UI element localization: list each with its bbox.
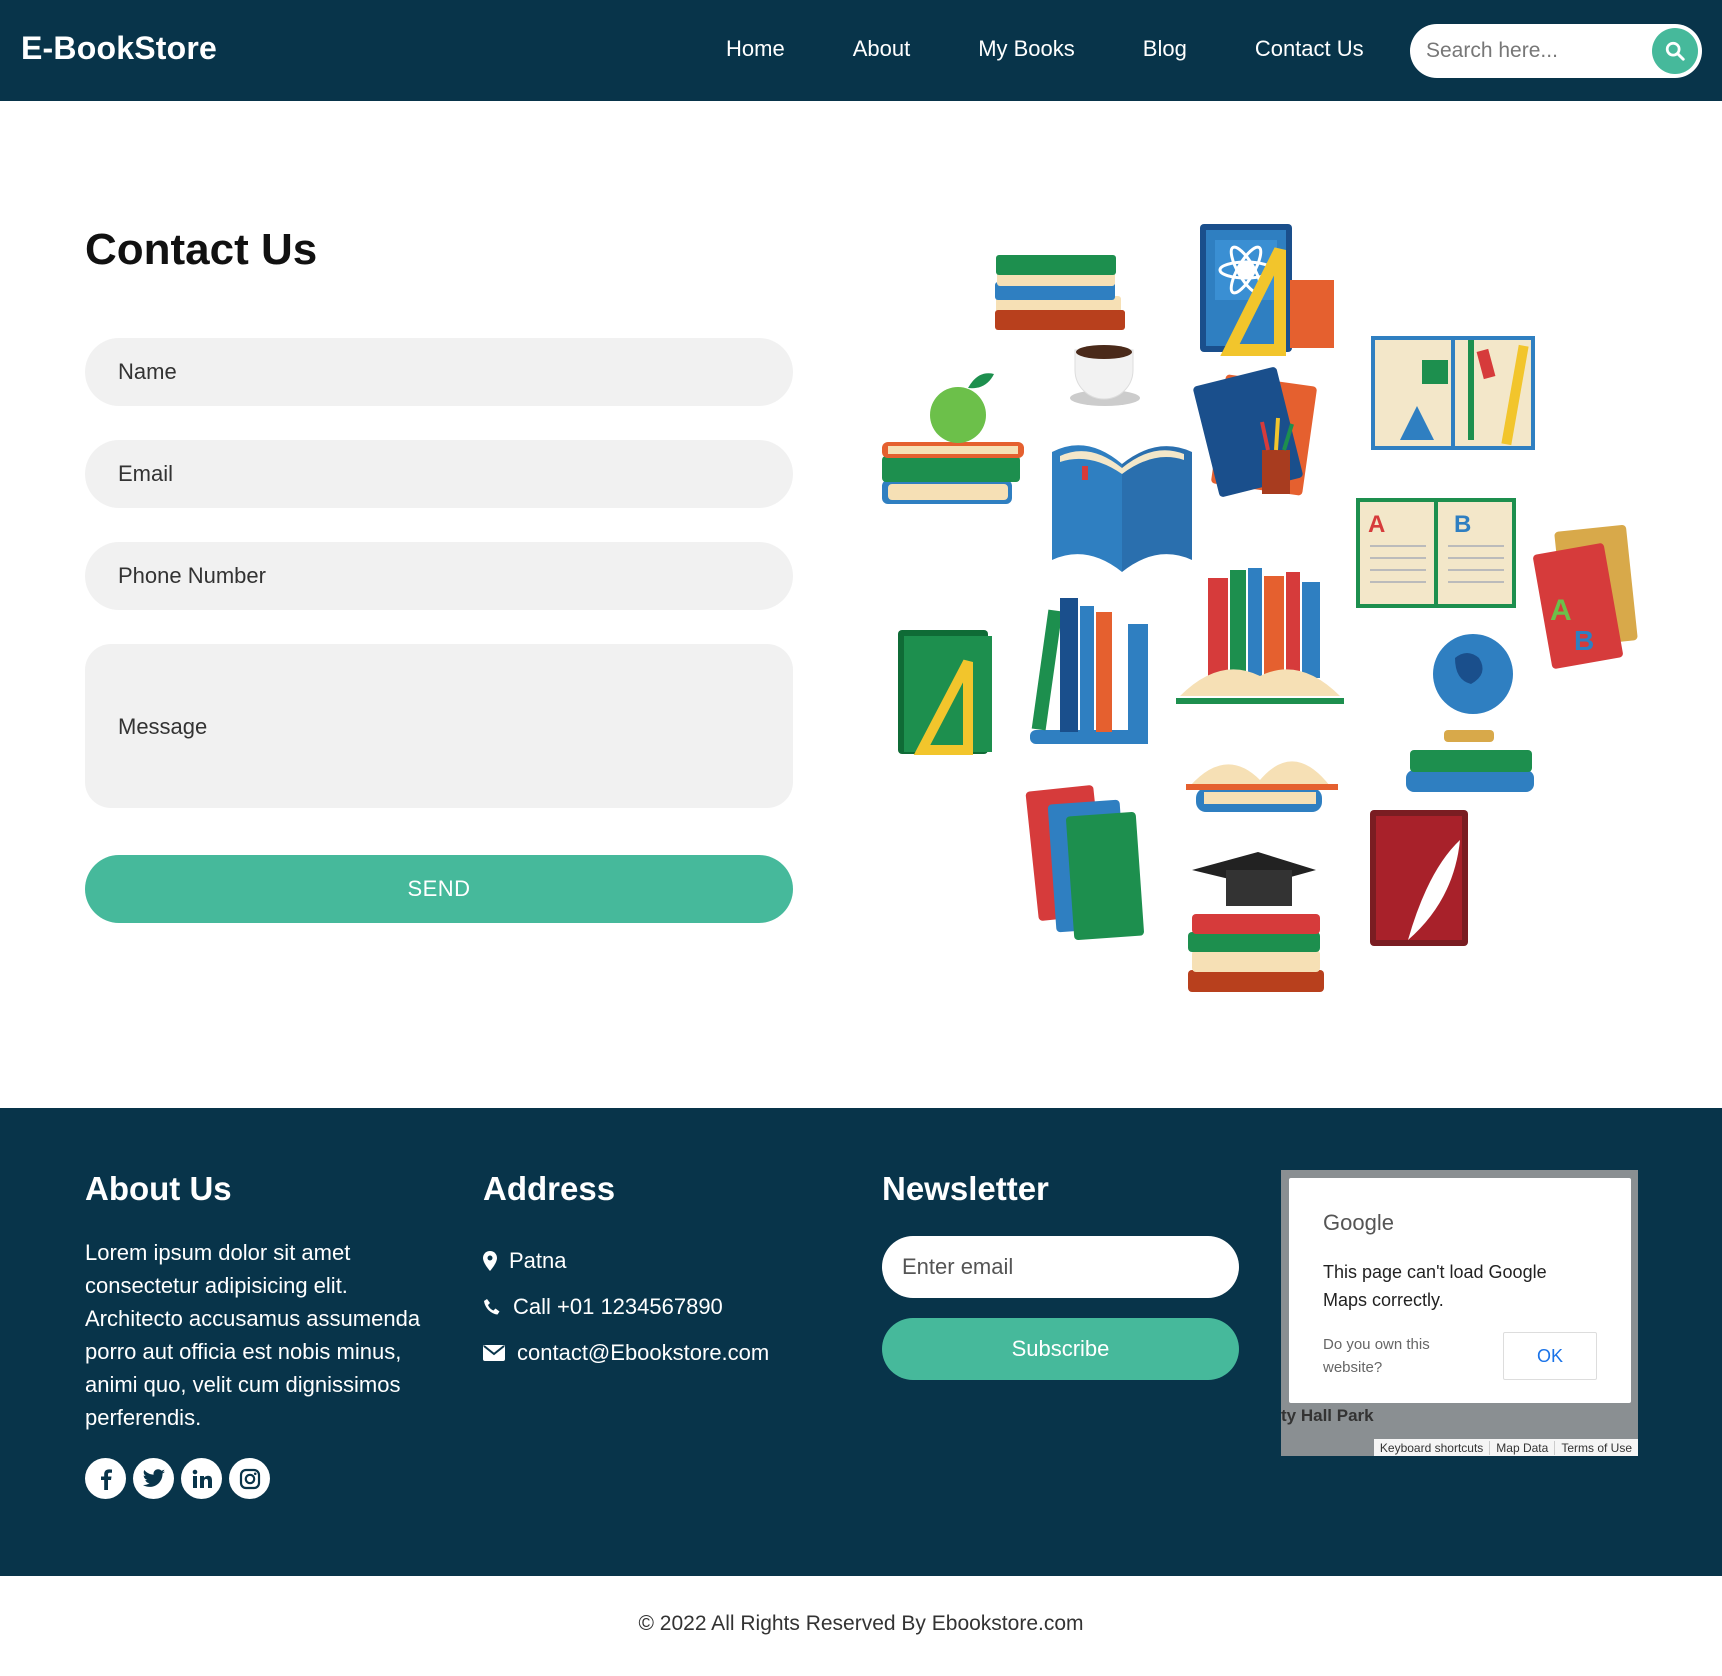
message-field[interactable] — [85, 644, 793, 808]
map-marker-icon — [483, 1251, 497, 1271]
linkedin-icon — [192, 1469, 212, 1488]
map-data-link[interactable]: Map Data — [1489, 1440, 1554, 1455]
search-icon — [1665, 41, 1685, 61]
nav-link-my-books[interactable]: My Books — [978, 36, 1075, 62]
about-heading: About Us — [85, 1170, 232, 1207]
address-heading: Address — [483, 1170, 616, 1207]
map-error-dialog: Google This page can't load Google Maps … — [1289, 1178, 1631, 1403]
map-error-message: This page can't load Google Maps correct… — [1323, 1262, 1547, 1310]
search-button[interactable] — [1652, 28, 1698, 74]
address-email-text[interactable]: contact@Ebookstore.com — [517, 1340, 769, 1366]
about-text: Lorem ipsum dolor sit amet consectetur a… — [85, 1240, 421, 1430]
address-phone-text: Call +01 1234567890 — [513, 1294, 723, 1319]
search-box — [1410, 24, 1702, 78]
blue-art-book — [1193, 367, 1317, 497]
map-keyboard-shortcuts-link[interactable]: Keyboard shortcuts — [1374, 1441, 1489, 1455]
upright-books-pair — [1025, 785, 1144, 941]
blue-science-book — [1200, 224, 1334, 356]
svg-text:A: A — [1550, 594, 1572, 627]
nav-link-about[interactable]: About — [853, 36, 911, 62]
address-phone: Call +01 1234567890 — [483, 1294, 723, 1320]
svg-text:A: A — [1368, 511, 1385, 538]
nav-link-blog[interactable]: Blog — [1143, 36, 1187, 62]
address-city-text: Patna — [509, 1248, 567, 1273]
red-quill-book — [1370, 810, 1468, 946]
search-input[interactable] — [1426, 35, 1636, 67]
social-links — [85, 1458, 270, 1499]
nav-menu: Home About My Books Blog Contact Us — [726, 36, 1364, 62]
globe-book-stack — [1406, 634, 1534, 792]
facebook-icon — [100, 1468, 112, 1490]
map-park-label: ty Hall Park — [1281, 1406, 1374, 1425]
map-terms-link[interactable]: Terms of Use — [1554, 1440, 1638, 1455]
newsletter-heading: Newsletter — [882, 1170, 1049, 1207]
linkedin-link[interactable] — [181, 1458, 222, 1499]
map-ok-button[interactable]: OK — [1503, 1332, 1597, 1380]
subscribe-button[interactable]: Subscribe — [882, 1318, 1239, 1380]
address-city: Patna — [483, 1248, 567, 1274]
instagram-icon — [239, 1468, 260, 1489]
open-geometry-book — [1371, 336, 1535, 450]
copyright-text: © 2022 All Rights Reserved By Ebookstore… — [638, 1612, 1084, 1635]
standing-books — [1030, 598, 1148, 744]
books-illustration: A B A B — [882, 224, 1638, 992]
map-owner-question: Do you own this website? — [1323, 1336, 1430, 1376]
svg-text:B: B — [1454, 511, 1471, 538]
facebook-link[interactable] — [85, 1458, 126, 1499]
envelope-icon — [483, 1345, 505, 1361]
name-field[interactable] — [85, 338, 793, 406]
twitter-icon — [142, 1468, 165, 1487]
open-small-book — [1186, 761, 1338, 812]
open-blue-book — [1052, 445, 1192, 572]
svg-text:B: B — [1574, 625, 1594, 656]
phone-icon — [484, 1299, 500, 1315]
address-email: contact@Ebookstore.com — [483, 1340, 769, 1366]
google-map-embed[interactable]: ty Hall Park Google This page can't load… — [1281, 1170, 1638, 1456]
red-abc-book: A B — [1533, 524, 1638, 669]
navbar: E-BookStore Home About My Books Blog Con… — [0, 0, 1722, 101]
instagram-link[interactable] — [229, 1458, 270, 1499]
newsletter-email-input[interactable] — [882, 1236, 1239, 1298]
nav-link-home[interactable]: Home — [726, 36, 785, 62]
send-button[interactable]: SEND — [85, 855, 793, 923]
nav-link-contact-us[interactable]: Contact Us — [1255, 36, 1364, 62]
open-book-with-shelf — [1176, 568, 1344, 704]
footer: About Us Lorem ipsum dolor sit amet cons… — [0, 1108, 1722, 1576]
brand-logo[interactable]: E-BookStore — [21, 30, 217, 67]
green-geometry-book — [898, 630, 992, 755]
graduation-book-stack — [1188, 852, 1324, 992]
twitter-link[interactable] — [133, 1458, 174, 1499]
page-title: Contact Us — [85, 225, 318, 274]
book-stack-with-apple — [882, 373, 1024, 504]
phone-field[interactable] — [85, 542, 793, 610]
email-field[interactable] — [85, 440, 793, 508]
book-stack-with-cup — [995, 255, 1140, 406]
map-attribution-bar: Keyboard shortcuts Map Data Terms of Use — [1373, 1439, 1638, 1456]
map-dialog-brand: Google — [1323, 1210, 1394, 1235]
open-abc-book: A B — [1356, 498, 1516, 608]
